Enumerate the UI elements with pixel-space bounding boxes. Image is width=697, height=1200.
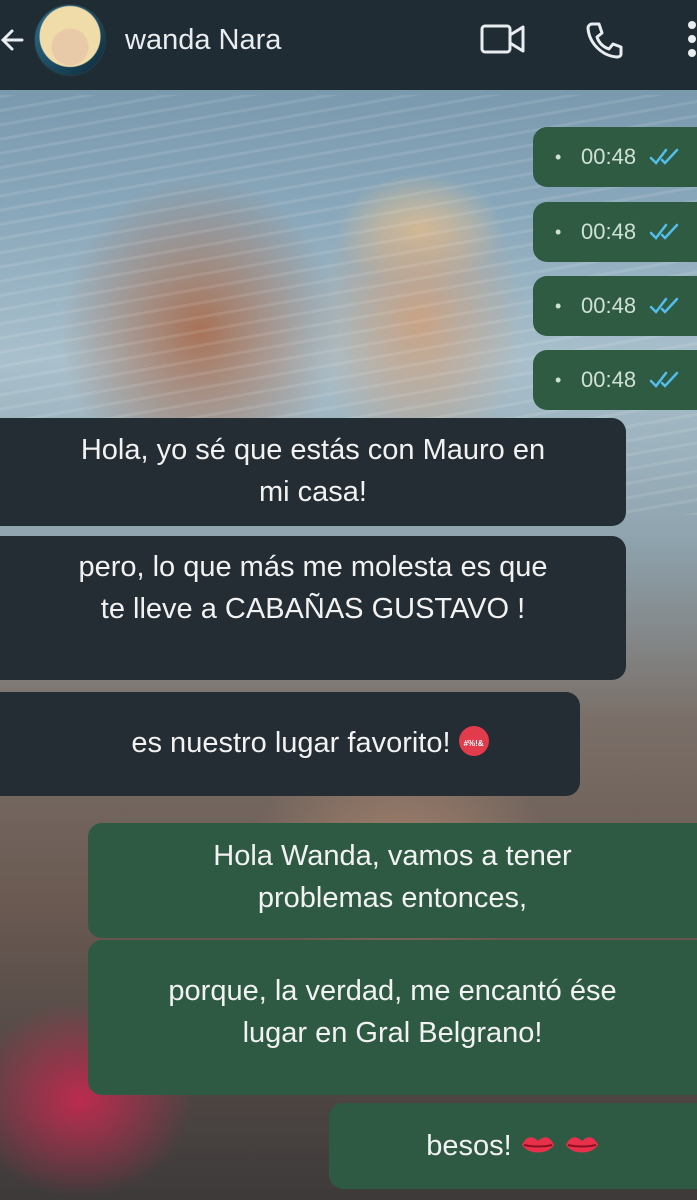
message-text-line: Hola Wanda, vamos a tener (213, 840, 572, 872)
message-time: 00:48 (581, 367, 637, 392)
back-arrow-icon[interactable] (0, 22, 26, 58)
outgoing-message-bubble[interactable]: porque, la verdad, me encantó ése lugar … (88, 940, 697, 1095)
message-text-line: problemas entonces, (257, 882, 528, 914)
message-dot: • (555, 147, 562, 167)
sent-message-bubble[interactable]: • 00:48 (533, 202, 697, 262)
message-text-line: pero, lo que más me molesta es que (78, 551, 548, 583)
message-text-line: porque, la verdad, me encantó ése (168, 975, 617, 1007)
more-options-icon[interactable] (682, 16, 697, 62)
incoming-message-bubble[interactable]: es nuestro lugar favorito! #%!& (0, 692, 580, 796)
message-dot: • (555, 296, 562, 316)
message-time: 00:48 (581, 219, 637, 244)
incoming-message-bubble[interactable]: pero, lo que más me molesta es que te ll… (0, 536, 626, 680)
sent-message-bubble[interactable]: • 00:48 (533, 350, 697, 410)
video-call-icon[interactable] (480, 22, 526, 56)
message-text-line: Hola, yo sé que estás con Mauro en (80, 434, 546, 466)
contact-avatar[interactable] (34, 4, 106, 76)
message-text-line: besos! (426, 1130, 512, 1162)
double-check-icon (649, 222, 683, 242)
kiss-mark-icon (564, 1127, 600, 1153)
kiss-mark-icon (520, 1127, 556, 1153)
double-check-icon (649, 370, 683, 390)
sent-message-bubble[interactable]: • 00:48 (533, 276, 697, 336)
angry-cursing-face-emoji: #%!& (458, 726, 489, 756)
outgoing-message-bubble[interactable]: besos! (329, 1103, 697, 1189)
incoming-message-bubble[interactable]: Hola, yo sé que estás con Mauro en mi ca… (0, 418, 626, 526)
message-time: 00:48 (581, 293, 637, 318)
message-dot: • (555, 222, 562, 242)
double-check-icon (649, 147, 683, 167)
double-check-icon (649, 296, 683, 316)
chat-header: wanda Nara (0, 0, 697, 90)
message-text-line: es nuestro lugar favorito! (131, 727, 451, 759)
message-text-line: mi casa! (259, 476, 367, 508)
message-text-line: lugar en Gral Belgrano! (242, 1017, 543, 1049)
message-dot: • (555, 370, 562, 390)
outgoing-message-bubble[interactable]: Hola Wanda, vamos a tener problemas ento… (88, 823, 697, 938)
sent-message-bubble[interactable]: • 00:48 (533, 127, 697, 187)
message-text-line: te lleve a CABAÑAS GUSTAVO ! (100, 593, 526, 625)
phone-call-icon[interactable] (584, 20, 624, 60)
message-time: 00:48 (581, 144, 637, 169)
contact-name[interactable]: wanda Nara (125, 20, 281, 60)
